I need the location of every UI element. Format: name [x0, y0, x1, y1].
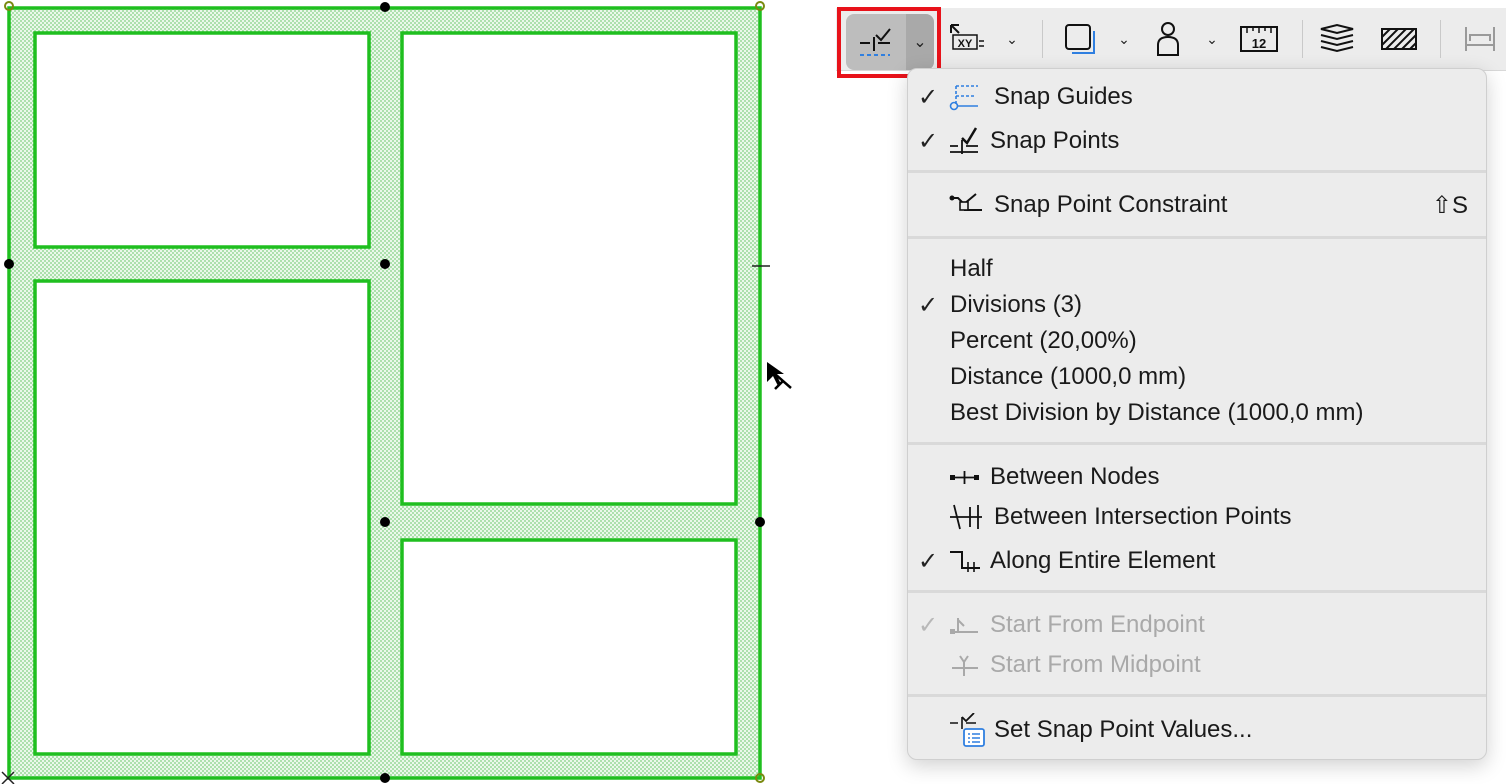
fill-button[interactable] [1378, 8, 1420, 70]
menu-item-label: Divisions (3) [950, 291, 1083, 318]
menu-item-between-intersections[interactable]: Between Intersection Points [908, 499, 1486, 535]
layers-button[interactable] [1316, 8, 1358, 70]
menu-item-label: Between Intersection Points [994, 503, 1292, 530]
ruler-button[interactable]: 12 [1238, 8, 1282, 70]
menu-item-best-division[interactable]: Best Division by Distance (1000,0 mm) [908, 395, 1486, 431]
menu-item-label: Snap Guides [994, 83, 1133, 110]
menu-item-label: Best Division by Distance (1000,0 mm) [950, 399, 1364, 426]
origin-dropdown[interactable]: ⌄ [1202, 8, 1222, 70]
menu-item-start-from-midpoint[interactable]: Start From Midpoint [908, 647, 1486, 683]
floor-plan-canvas[interactable] [0, 0, 800, 784]
start-endpoint-icon [948, 610, 986, 640]
chevron-down-icon: ⌄ [1118, 30, 1130, 47]
check-icon: ✓ [918, 127, 939, 155]
menu-item-label: Snap Point Constraint [994, 191, 1228, 218]
snap-node[interactable] [380, 259, 390, 269]
room-top-right[interactable] [400, 31, 738, 506]
menu-item-label: Snap Points [990, 127, 1120, 154]
menu-item-label: Percent (20,00%) [950, 327, 1137, 354]
xy-coordinates-icon: XY [950, 24, 984, 50]
xy-label: XY [958, 38, 973, 50]
menu-separator [908, 590, 1486, 593]
snap-node[interactable] [380, 2, 390, 12]
figure-icon [1157, 22, 1179, 56]
between-nodes-icon [948, 462, 986, 492]
frame-icon [1065, 24, 1095, 54]
menu-item-label: Between Nodes [990, 463, 1160, 490]
snap-options-menu: ✓ Snap Guides ✓ Snap Points Snap Point C… [907, 68, 1487, 760]
menu-item-label: Half [950, 255, 993, 282]
snap-constraint-icon [948, 190, 986, 220]
dimension-icon [1465, 27, 1495, 51]
menu-item-divisions[interactable]: ✓ Divisions (3) [908, 287, 1486, 323]
menu-separator [908, 694, 1486, 697]
set-values-icon [948, 713, 986, 747]
room-bottom-right[interactable] [400, 538, 738, 756]
check-icon: ✓ [918, 547, 939, 575]
chevron-down-icon: ⌄ [1006, 30, 1018, 47]
snap-guides-icon [948, 82, 986, 112]
check-icon: ✓ [918, 83, 939, 111]
menu-item-snap-guides[interactable]: ✓ Snap Guides [908, 79, 1486, 115]
menu-item-between-nodes[interactable]: Between Nodes [908, 459, 1486, 495]
menu-item-snap-point-constraint[interactable]: Snap Point Constraint ⇧S [908, 187, 1486, 223]
dimension-button[interactable] [1460, 8, 1500, 70]
menu-item-along-entire-element[interactable]: ✓ Along Entire Element [908, 543, 1486, 579]
check-icon: ✓ [918, 611, 939, 639]
user-origin-button[interactable] [1148, 8, 1188, 70]
snap-node[interactable] [4, 259, 14, 269]
check-icon: ✓ [918, 291, 939, 319]
chevron-down-icon: ⌄ [1206, 30, 1218, 47]
wall-structure[interactable] [9, 8, 760, 778]
between-intersections-icon [948, 502, 986, 532]
menu-item-label: Start From Midpoint [990, 651, 1201, 678]
snap-node[interactable] [755, 517, 765, 527]
frame-dropdown[interactable]: ⌄ [1114, 8, 1134, 70]
coordinates-dropdown[interactable]: ⌄ [1002, 8, 1022, 70]
ruler-label: 12 [1252, 36, 1266, 51]
menu-separator [908, 442, 1486, 445]
menu-item-label: Distance (1000,0 mm) [950, 363, 1187, 390]
along-element-icon [948, 546, 986, 576]
ruler-icon: 12 [1240, 26, 1278, 52]
coordinates-button[interactable]: XY [944, 8, 990, 70]
menu-item-label: Start From Endpoint [990, 611, 1205, 638]
element-frame-button[interactable] [1060, 8, 1100, 70]
snap-points-icon [948, 126, 986, 156]
menu-item-half[interactable]: Half [908, 251, 1486, 287]
snap-node[interactable] [380, 773, 390, 783]
cursor-icon [767, 362, 792, 390]
hatch-icon [1381, 28, 1417, 50]
room-top-left[interactable] [33, 31, 371, 249]
menu-item-label: Along Entire Element [990, 547, 1216, 574]
layers-icon [1320, 23, 1354, 53]
room-bottom-left[interactable] [33, 279, 371, 756]
menu-item-distance[interactable]: Distance (1000,0 mm) [908, 359, 1486, 395]
menu-item-label: Set Snap Point Values... [994, 716, 1253, 743]
menu-item-percent[interactable]: Percent (20,00%) [908, 323, 1486, 359]
start-midpoint-icon [948, 650, 986, 680]
snap-node[interactable] [380, 517, 390, 527]
shortcut-label: ⇧S [1431, 191, 1468, 219]
menu-separator [908, 170, 1486, 173]
menu-separator [908, 236, 1486, 239]
menu-item-snap-points[interactable]: ✓ Snap Points [908, 123, 1486, 159]
menu-item-set-snap-point-values[interactable]: Set Snap Point Values... [908, 712, 1486, 748]
menu-item-start-from-endpoint[interactable]: ✓ Start From Endpoint [908, 607, 1486, 643]
